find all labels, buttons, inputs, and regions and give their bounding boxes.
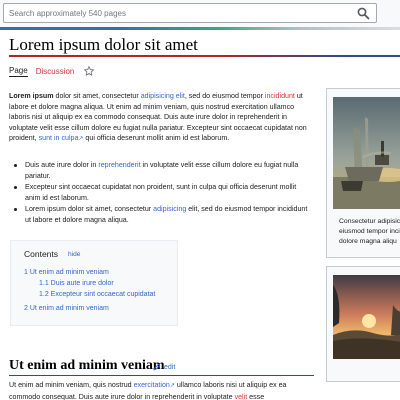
section-text: esse <box>247 392 265 400</box>
toc-item[interactable]: 1.2 Excepteur sint occaecat cupidatat <box>39 291 155 298</box>
toc-hide-link[interactable]: hide <box>68 251 80 258</box>
bullet-text: Lorem ipsum dolor sit amet, consectetur <box>25 205 154 213</box>
title-divider <box>9 55 400 57</box>
tab-discussion[interactable]: Discussion <box>36 67 75 76</box>
figure-thumbnail <box>326 266 400 382</box>
section-external-link[interactable]: exercitation <box>134 381 170 389</box>
bullet-text: Duis aute irure dolor in <box>25 161 99 169</box>
magnifier-icon[interactable] <box>357 7 370 20</box>
table-of-contents: Contents hide 1 Ut enim ad minim veniam … <box>10 240 178 326</box>
list-item: Duis aute irure dolor in reprehenderit i… <box>14 160 311 181</box>
page-tabs: Page Discussion <box>9 64 95 78</box>
bullet-list: Duis aute irure dolor in reprehenderit i… <box>9 160 311 226</box>
section-edit-label: edit <box>164 363 176 371</box>
list-item: Excepteur sint occaecat cupidatat non pr… <box>14 182 311 203</box>
painting-ship-image[interactable] <box>333 97 400 209</box>
section-divider <box>9 375 314 376</box>
bullet-link[interactable]: adipisicing <box>153 205 186 213</box>
section-text: Ut enim ad minim veniam, quis nostrud <box>9 381 134 389</box>
section-heading: Ut enim ad minim veniam <box>9 358 165 373</box>
toc-item[interactable]: 1 Ut enim ad minim veniam <box>24 269 109 276</box>
section-redlink[interactable]: velit <box>235 393 248 400</box>
lead-redlink-incididunt[interactable]: incididunt <box>265 92 295 100</box>
painting-landscape-image[interactable] <box>333 275 400 359</box>
figure-thumbnail: Consectetur adipisici eiusmod tempor inc… <box>326 88 400 258</box>
lead-text-1: dolor sit amet, consectetur <box>53 92 141 100</box>
bullet-text: Excepteur sint occaecat cupidatat non pr… <box>25 183 297 202</box>
lead-text-4: qui officia deserunt mollit anim id est … <box>83 134 230 142</box>
toc-item[interactable]: 2 Ut enim ad minim veniam <box>24 305 109 312</box>
list-item: Lorem ipsum dolor sit amet, consectetur … <box>14 204 311 225</box>
page-title: Lorem ipsum dolor sit amet <box>9 35 198 54</box>
search-input[interactable] <box>9 6 339 20</box>
figure-caption-line: dolore magna aliqu <box>339 238 397 245</box>
figure-caption-line: eiusmod tempor inci <box>339 228 400 235</box>
lead-paragraph: Lorem ipsum dolor sit amet, consectetur … <box>9 91 311 145</box>
toc-heading: Contents <box>24 249 59 259</box>
star-icon[interactable] <box>84 66 95 76</box>
section-edit-button[interactable]: edit <box>153 363 175 371</box>
lead-text-2: , sed do eiusmod tempor <box>184 92 265 100</box>
section-paragraph: Ut enim ad minim veniam, quis nostrud ex… <box>9 380 311 400</box>
search-header <box>0 0 400 27</box>
toc-item[interactable]: 1.1 Duis aute irure dolor <box>39 280 114 287</box>
lead-bold-term: Lorem ipsum <box>9 92 54 100</box>
figure-caption-line: Consectetur adipisici <box>339 218 400 225</box>
search-box <box>3 3 377 23</box>
tab-page[interactable]: Page <box>9 66 28 77</box>
lead-link-adipisicing[interactable]: adipisicing elit <box>141 92 185 100</box>
header-stripe <box>0 27 400 30</box>
bullet-link[interactable]: reprehenderit <box>98 161 140 169</box>
lead-external-link[interactable]: sunt in culpa <box>39 134 79 142</box>
pencil-icon <box>153 363 161 371</box>
